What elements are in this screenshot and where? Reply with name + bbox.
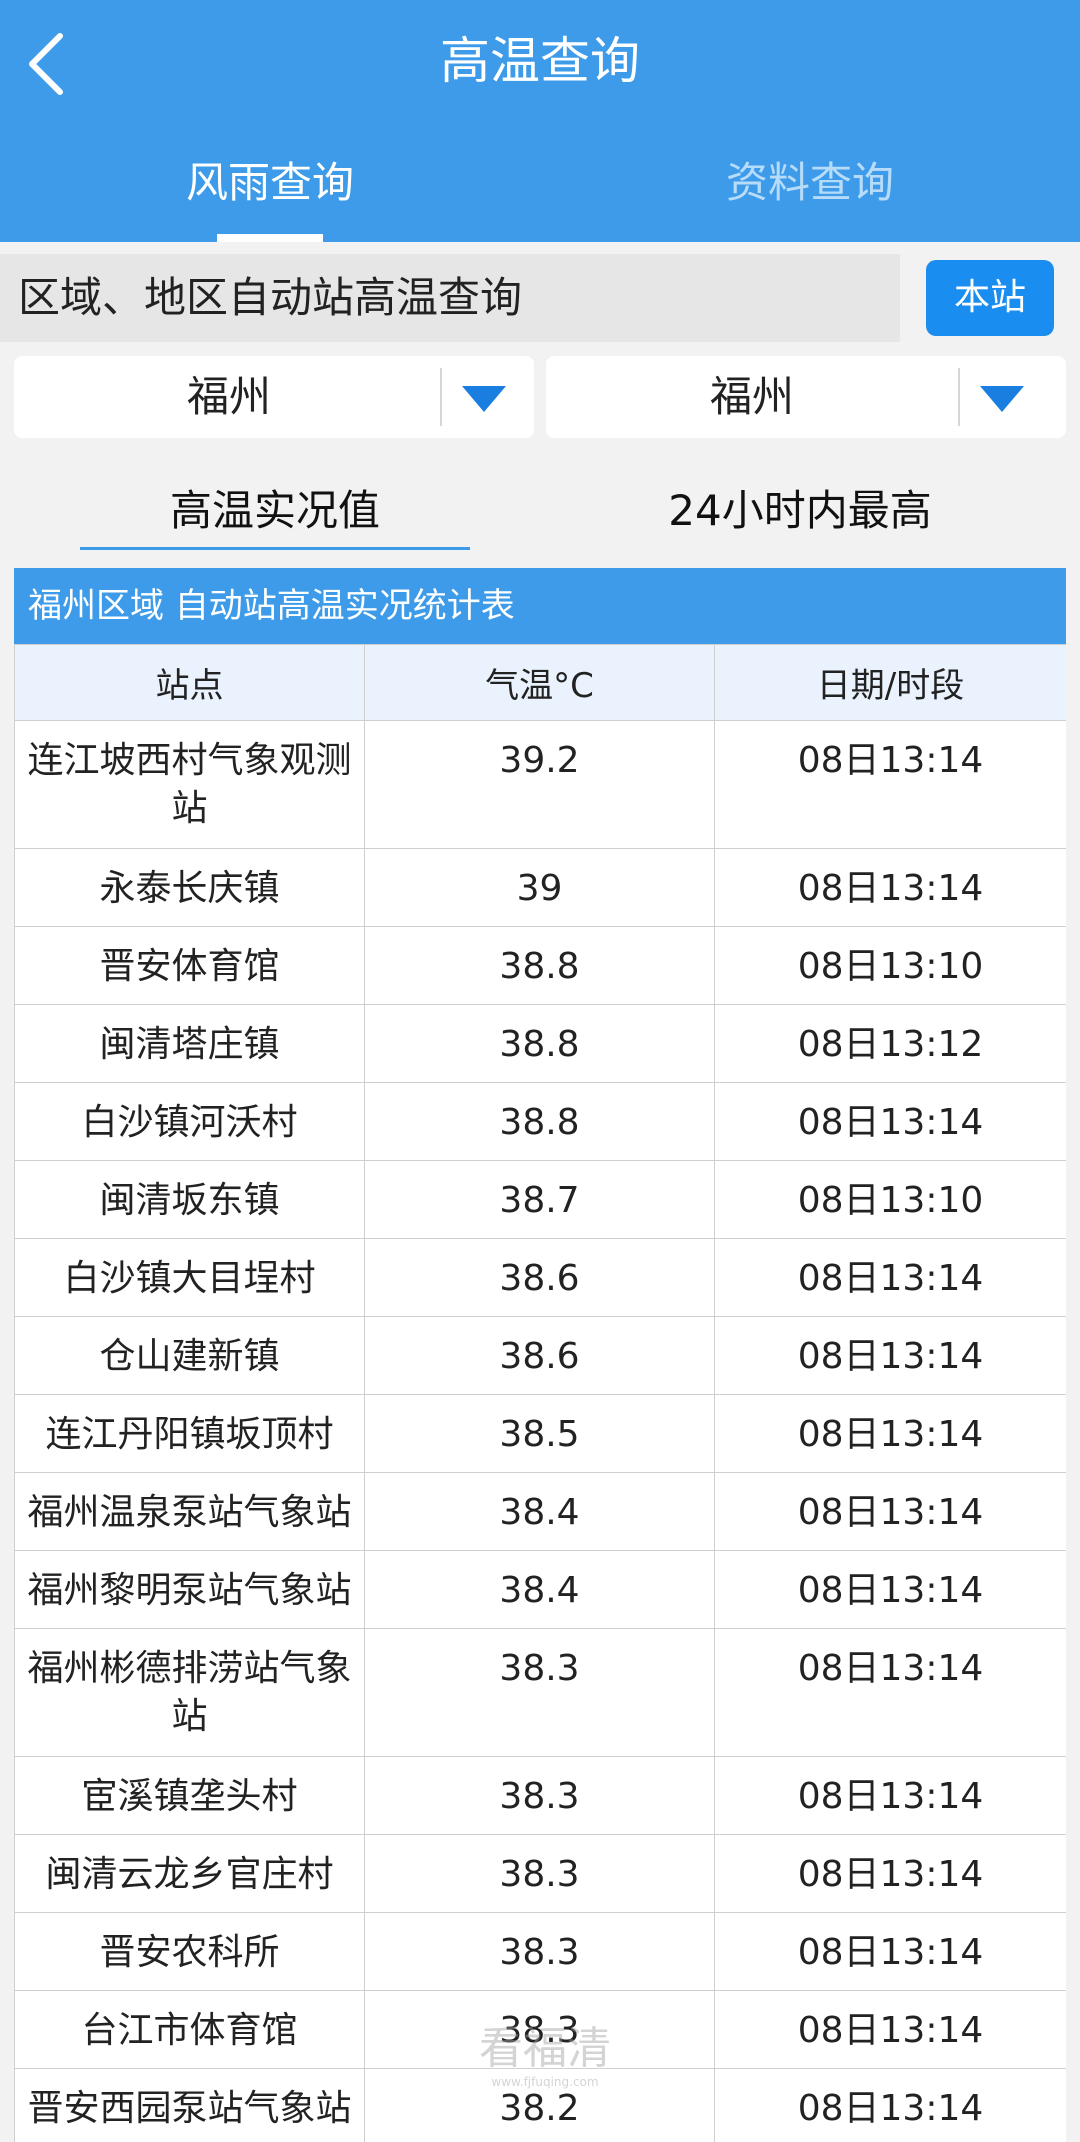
cell-temp: 38.8 bbox=[364, 1082, 715, 1161]
table-caption: 福州区域 自动站高温实况统计表 bbox=[14, 568, 1066, 644]
table-row: 白沙镇大目埕村 38.6 08日13:14 bbox=[14, 1238, 1066, 1317]
tab-active-indicator bbox=[217, 234, 323, 242]
cell-temp: 38.6 bbox=[364, 1316, 715, 1395]
table-row: 永泰长庆镇 39 08日13:14 bbox=[14, 848, 1066, 927]
table-row: 连江坡西村气象观测站 39.2 08日13:14 bbox=[14, 720, 1066, 849]
page-title: 高温查询 bbox=[440, 32, 640, 90]
table-row: 闽清塔庄镇 38.8 08日13:12 bbox=[14, 1004, 1066, 1083]
cell-temp: 38.3 bbox=[364, 1628, 715, 1757]
table-row: 福州彬德排涝站气象站 38.3 08日13:14 bbox=[14, 1628, 1066, 1757]
select-divider bbox=[440, 368, 442, 426]
table-row: 闽清坂东镇 38.7 08日13:10 bbox=[14, 1160, 1066, 1239]
cell-time: 08日13:10 bbox=[714, 1160, 1066, 1239]
cell-station: 台江市体育馆 bbox=[14, 1990, 365, 2069]
column-header-station: 站点 bbox=[14, 644, 365, 721]
cell-temp: 38.8 bbox=[364, 926, 715, 1005]
cell-station: 福州黎明泵站气象站 bbox=[14, 1550, 365, 1629]
data-table: 站点 气温°C 日期/时段 连江坡西村气象观测站 39.2 08日13:14 永泰长庆… bbox=[14, 644, 1066, 2142]
cell-temp: 39.2 bbox=[364, 720, 715, 849]
cell-station: 闽清塔庄镇 bbox=[14, 1004, 365, 1083]
table-row: 白沙镇河沃村 38.8 08日13:14 bbox=[14, 1082, 1066, 1161]
cell-time: 08日13:14 bbox=[714, 1082, 1066, 1161]
table-row: 仓山建新镇 38.6 08日13:14 bbox=[14, 1316, 1066, 1395]
table-row: 宦溪镇垄头村 38.3 08日13:14 bbox=[14, 1756, 1066, 1835]
high-temp-table: 福州区域 自动站高温实况统计表 站点 气温°C 日期/时段 连江坡西村气象观测站… bbox=[14, 568, 1066, 2142]
tab-data-query[interactable]: 资料查询 bbox=[660, 148, 960, 218]
watermark-sub: www.fjfuqing.com bbox=[491, 2075, 599, 2089]
cell-station: 连江坡西村气象观测站 bbox=[14, 720, 365, 849]
cell-temp: 38.3 bbox=[364, 1756, 715, 1835]
cell-station: 福州彬德排涝站气象站 bbox=[14, 1628, 365, 1757]
cell-time: 08日13:14 bbox=[714, 1472, 1066, 1551]
tab-24h-max[interactable]: 24小时内最高 bbox=[600, 478, 1000, 544]
cell-time: 08日13:14 bbox=[714, 1238, 1066, 1317]
cell-time: 08日13:14 bbox=[714, 1394, 1066, 1473]
cell-time: 08日13:14 bbox=[714, 1628, 1066, 1757]
cell-time: 08日13:14 bbox=[714, 720, 1066, 849]
cell-time: 08日13:14 bbox=[714, 2068, 1066, 2142]
cell-station: 闽清坂东镇 bbox=[14, 1160, 365, 1239]
cell-station: 白沙镇河沃村 bbox=[14, 1082, 365, 1161]
cell-temp: 39 bbox=[364, 848, 715, 927]
cell-station: 晋安农科所 bbox=[14, 1912, 365, 1991]
app-header: 高温查询 风雨查询 资料查询 bbox=[0, 0, 1080, 242]
tab-current-high-temp[interactable]: 高温实况值 bbox=[80, 478, 470, 544]
column-header-time: 日期/时段 bbox=[714, 644, 1066, 721]
cell-temp: 38.4 bbox=[364, 1472, 715, 1551]
cell-time: 08日13:14 bbox=[714, 1316, 1066, 1395]
table-row: 连江丹阳镇坂顶村 38.5 08日13:14 bbox=[14, 1394, 1066, 1473]
sub-tab-indicator bbox=[80, 547, 470, 550]
table-row: 晋安体育馆 38.8 08日13:10 bbox=[14, 926, 1066, 1005]
cell-station: 仓山建新镇 bbox=[14, 1316, 365, 1395]
cell-station: 永泰长庆镇 bbox=[14, 848, 365, 927]
column-header-temp: 气温°C bbox=[364, 644, 715, 721]
cell-station: 福州温泉泵站气象站 bbox=[14, 1472, 365, 1551]
cell-time: 08日13:14 bbox=[714, 1834, 1066, 1913]
cell-temp: 38.7 bbox=[364, 1160, 715, 1239]
this-station-button[interactable]: 本站 bbox=[926, 260, 1054, 336]
region-select-value: 福州 bbox=[186, 372, 271, 421]
table-header-row: 站点 气温°C 日期/时段 bbox=[14, 644, 1066, 721]
cell-time: 08日13:14 bbox=[714, 1912, 1066, 1991]
cell-temp: 38.8 bbox=[364, 1004, 715, 1083]
triangle-down-icon bbox=[462, 386, 506, 412]
cell-station: 连江丹阳镇坂顶村 bbox=[14, 1394, 365, 1473]
select-divider bbox=[958, 368, 960, 426]
cell-station: 晋安西园泵站气象站 bbox=[14, 2068, 365, 2142]
watermark-logo: 看福清 www.fjfuqing.com bbox=[470, 2024, 620, 2104]
table-row: 闽清云龙乡官庄村 38.3 08日13:14 bbox=[14, 1834, 1066, 1913]
triangle-down-icon bbox=[980, 386, 1024, 412]
cell-temp: 38.3 bbox=[364, 1834, 715, 1913]
cell-station: 闽清云龙乡官庄村 bbox=[14, 1834, 365, 1913]
cell-time: 08日13:14 bbox=[714, 848, 1066, 927]
cell-time: 08日13:14 bbox=[714, 1756, 1066, 1835]
cell-station: 白沙镇大目埕村 bbox=[14, 1238, 365, 1317]
table-row: 福州温泉泵站气象站 38.4 08日13:14 bbox=[14, 1472, 1066, 1551]
region-select[interactable]: 福州 bbox=[14, 356, 534, 438]
cell-time: 08日13:12 bbox=[714, 1004, 1066, 1083]
cell-station: 晋安体育馆 bbox=[14, 926, 365, 1005]
cell-temp: 38.3 bbox=[364, 1912, 715, 1991]
cell-station: 宦溪镇垄头村 bbox=[14, 1756, 365, 1835]
cell-temp: 38.6 bbox=[364, 1238, 715, 1317]
watermark-text: 看福清 bbox=[479, 2023, 611, 2074]
table-row: 福州黎明泵站气象站 38.4 08日13:14 bbox=[14, 1550, 1066, 1629]
cell-temp: 38.5 bbox=[364, 1394, 715, 1473]
cell-time: 08日13:14 bbox=[714, 1550, 1066, 1629]
cell-time: 08日13:10 bbox=[714, 926, 1066, 1005]
area-select[interactable]: 福州 bbox=[546, 356, 1066, 438]
cell-temp: 38.4 bbox=[364, 1550, 715, 1629]
tab-wind-rain[interactable]: 风雨查询 bbox=[120, 148, 420, 218]
area-select-value: 福州 bbox=[709, 372, 794, 421]
cell-time: 08日13:14 bbox=[714, 1990, 1066, 2069]
table-row: 晋安农科所 38.3 08日13:14 bbox=[14, 1912, 1066, 1991]
query-label: 区域、地区自动站高温查询 bbox=[0, 254, 900, 342]
